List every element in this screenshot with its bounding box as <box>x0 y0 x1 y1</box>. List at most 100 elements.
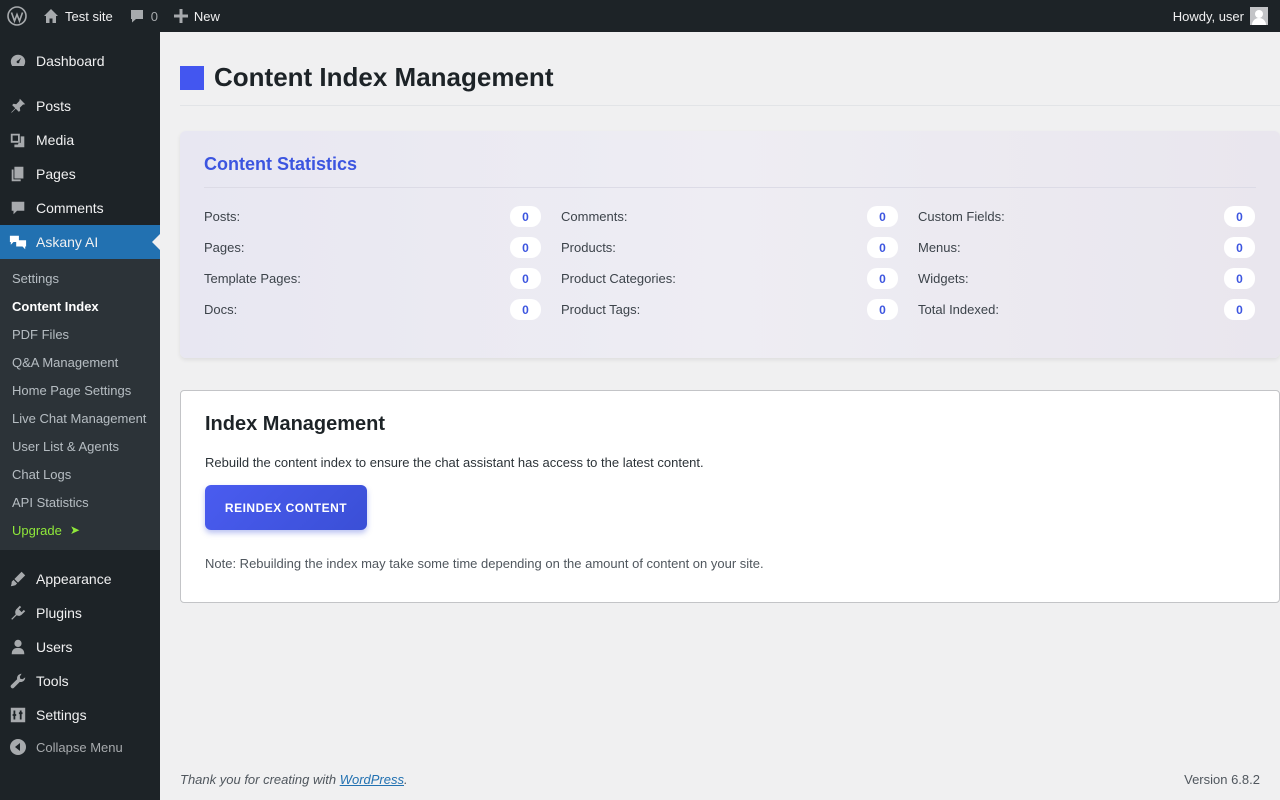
submenu-item-upgrade[interactable]: Upgrade ➤ <box>0 516 160 544</box>
sidebar-item-settings[interactable]: Settings <box>0 698 160 732</box>
submenu-item-api-statistics[interactable]: API Statistics <box>0 488 160 516</box>
sidebar-item-label: Tools <box>36 673 69 689</box>
footer-thanks-suffix: . <box>404 772 408 787</box>
reindex-content-button[interactable]: REINDEX CONTENT <box>205 485 367 530</box>
sidebar-item-pages[interactable]: Pages <box>0 157 160 191</box>
new-content-link[interactable]: New <box>166 0 228 32</box>
sidebar-item-users[interactable]: Users <box>0 630 160 664</box>
stat-label: Widgets: <box>918 271 969 286</box>
sidebar-item-label: Plugins <box>36 605 82 621</box>
submenu-item-content-index[interactable]: Content Index <box>0 292 160 320</box>
sidebar-item-label: Appearance <box>36 571 112 587</box>
stat-count-badge: 0 <box>867 206 898 227</box>
sidebar-item-label: Dashboard <box>36 53 105 69</box>
pages-icon <box>0 157 36 191</box>
sidebar-item-askany-ai[interactable]: Askany AI <box>0 225 160 259</box>
sidebar-item-label: Settings <box>36 707 87 723</box>
site-name-link[interactable]: Test site <box>35 0 121 32</box>
sidebar-item-label: Users <box>36 639 73 655</box>
comment-icon <box>130 10 143 23</box>
stat-products: Products: 0 <box>561 237 898 258</box>
submenu-item-home-page-settings[interactable]: Home Page Settings <box>0 376 160 404</box>
sidebar-item-label: Media <box>36 132 75 148</box>
sidebar-item-label: Posts <box>36 98 72 114</box>
wordpress-link[interactable]: WordPress <box>340 772 404 787</box>
sidebar-item-appearance[interactable]: Appearance <box>0 562 160 596</box>
submenu-item-settings[interactable]: Settings <box>0 264 160 292</box>
collapse-arrow-icon <box>0 730 36 764</box>
collapse-menu-button[interactable]: Collapse Menu <box>0 730 160 764</box>
index-description: Rebuild the content index to ensure the … <box>205 455 704 470</box>
upgrade-label: Upgrade <box>12 522 62 538</box>
submenu-item-live-chat-management[interactable]: Live Chat Management <box>0 404 160 432</box>
stat-label: Docs: <box>204 302 238 317</box>
stat-label: Product Categories: <box>561 271 676 286</box>
stat-count-badge: 0 <box>867 268 898 289</box>
stat-count-badge: 0 <box>510 206 541 227</box>
stat-count-badge: 0 <box>1224 237 1255 258</box>
media-icon <box>0 123 36 157</box>
stat-label: Custom Fields: <box>918 209 1005 224</box>
comments-link[interactable]: 0 <box>121 0 166 32</box>
pin-icon <box>0 89 36 123</box>
wrench-icon <box>0 664 36 698</box>
stat-widgets: Widgets: 0 <box>918 268 1255 289</box>
wordpress-logo-menu[interactable] <box>0 0 35 32</box>
stat-pages: Pages: 0 <box>204 237 541 258</box>
index-management-card: Index Management Rebuild the content ind… <box>180 390 1280 603</box>
title-divider <box>180 105 1280 106</box>
stat-template-pages: Template Pages: 0 <box>204 268 541 289</box>
dashboard-icon <box>0 44 36 78</box>
submenu-item-chat-logs[interactable]: Chat Logs <box>0 460 160 488</box>
stat-product-categories: Product Categories: 0 <box>561 268 898 289</box>
sidebar-item-posts[interactable]: Posts <box>0 89 160 123</box>
sidebar-item-media[interactable]: Media <box>0 123 160 157</box>
stat-label: Comments: <box>561 209 628 224</box>
stats-divider <box>204 187 1256 188</box>
page-header: Content Index Management <box>180 62 553 93</box>
site-name: Test site <box>65 8 113 24</box>
index-title: Index Management <box>205 413 386 435</box>
stat-count-badge: 0 <box>867 237 898 258</box>
stat-label: Pages: <box>204 240 245 255</box>
my-account-menu[interactable]: Howdy, user <box>1165 0 1280 32</box>
settings-sliders-icon <box>0 698 36 732</box>
stat-label: Product Tags: <box>561 302 641 317</box>
footer-thanks: Thank you for creating with WordPress. <box>180 772 408 787</box>
stat-count-badge: 0 <box>1224 268 1255 289</box>
stat-count-badge: 0 <box>510 299 541 320</box>
arrow-right-icon: ➤ <box>69 523 80 537</box>
stat-label: Template Pages: <box>204 271 301 286</box>
sidebar-item-label: Pages <box>36 166 76 182</box>
sidebar-item-label: Askany AI <box>36 234 99 250</box>
wordpress-logo-icon <box>7 6 27 26</box>
stat-docs: Docs: 0 <box>204 299 541 320</box>
comment-icon <box>0 191 36 225</box>
admin-bar: Test site 0 New Howdy, user <box>0 0 1280 32</box>
sidebar-item-tools[interactable]: Tools <box>0 664 160 698</box>
page-title: Content Index Management <box>214 62 554 92</box>
stat-count-badge: 0 <box>510 237 541 258</box>
submenu-item-qa-management[interactable]: Q&A Management <box>0 348 160 376</box>
stat-label: Products: <box>561 240 616 255</box>
plus-icon <box>173 9 188 23</box>
stats-grid: Posts: 0 Comments: 0 Custom Fields: 0 Pa… <box>204 206 1256 320</box>
stat-count-badge: 0 <box>867 299 898 320</box>
stat-label: Menus: <box>918 240 961 255</box>
sidebar-item-plugins[interactable]: Plugins <box>0 596 160 630</box>
title-square-icon <box>180 65 204 90</box>
user-icon <box>0 630 36 664</box>
howdy-text: Howdy, user <box>1172 8 1244 24</box>
sidebar-item-comments[interactable]: Comments <box>0 191 160 225</box>
stats-title: Content Statistics <box>204 154 358 174</box>
sidebar-item-dashboard[interactable]: Dashboard <box>0 44 160 78</box>
submenu-item-pdf-files[interactable]: PDF Files <box>0 320 160 348</box>
avatar <box>1250 7 1268 25</box>
stat-count-badge: 0 <box>1224 206 1255 227</box>
footer-thanks-prefix: Thank you for creating with <box>180 772 340 787</box>
new-label: New <box>193 8 220 24</box>
submenu-item-user-list-agents[interactable]: User List & Agents <box>0 432 160 460</box>
brush-icon <box>0 562 36 596</box>
stat-label: Posts: <box>204 209 241 224</box>
admin-sidebar: Dashboard Posts Media Pages Comments Ask… <box>0 32 160 800</box>
